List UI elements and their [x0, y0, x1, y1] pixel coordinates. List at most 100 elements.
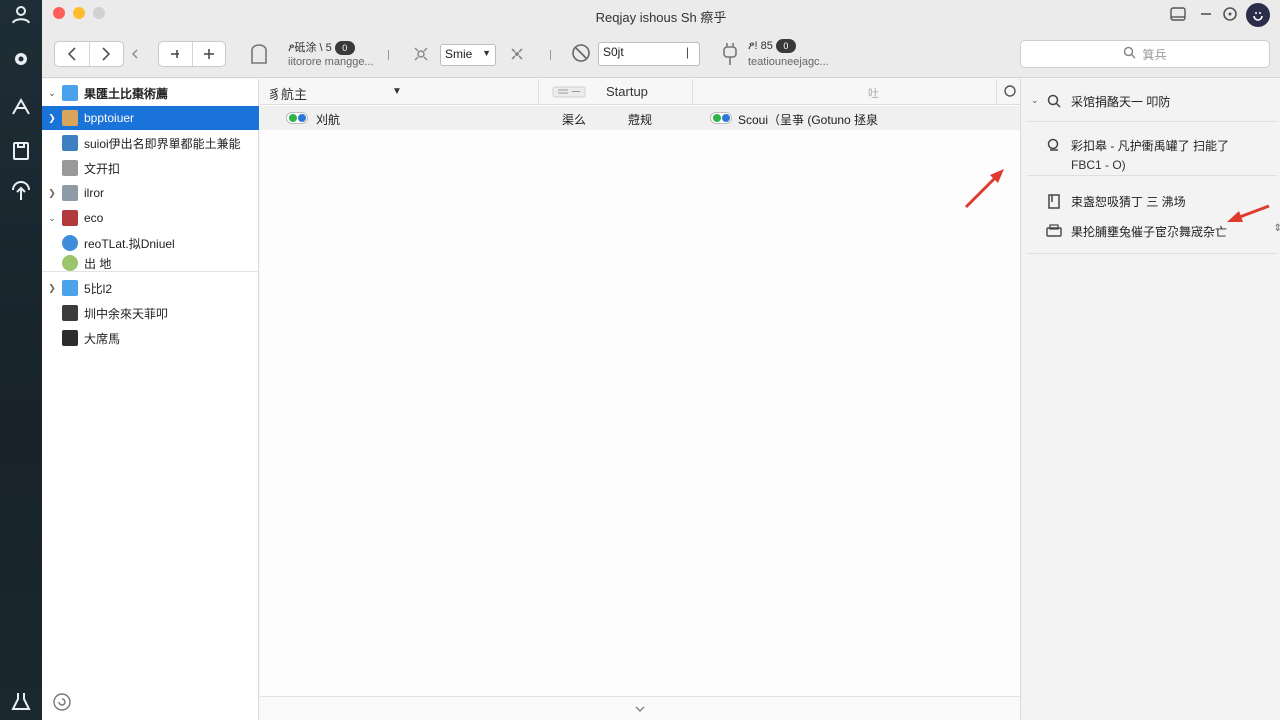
pin-button[interactable]: [159, 42, 192, 66]
sidebar-item[interactable]: 文开扣: [42, 156, 259, 180]
chevron-down-icon[interactable]: ⌄: [42, 213, 62, 224]
column-other[interactable]: 吐: [868, 85, 879, 101]
inspector-divider: [1027, 253, 1277, 254]
sidebar-item-label: reoTLat.拟Dniuel: [84, 236, 175, 251]
search-icon: [1045, 137, 1063, 153]
terminal-icon: [62, 330, 78, 346]
sidebar-item-selected[interactable]: ❯ bpptoiuer: [42, 106, 259, 130]
folder-dark-icon: [62, 305, 78, 321]
circle-icon[interactable]: [1220, 4, 1240, 24]
file-icon: [62, 135, 78, 151]
main-content: 豸航主 ▼ Startup 吐 刈航 渠么 蒄规 Scoui（呈亊 (Gotun…: [260, 79, 1020, 720]
forward-button[interactable]: [88, 42, 124, 66]
sidebar-item[interactable]: ⌄ 果匯土比棗術薦: [42, 81, 259, 105]
plugin-badge: 0: [775, 39, 796, 53]
table-row[interactable]: 刈航 渠么 蒄规 Scoui（呈亊 (Gotuno 拯泉: [260, 106, 1020, 130]
search-icon: [1045, 93, 1063, 109]
filter-select-value: Smie: [445, 47, 473, 61]
inspector-divider: [1027, 121, 1277, 122]
column-divider: [996, 79, 997, 105]
sidebar-item[interactable]: 出 地: [42, 255, 259, 271]
window-icon[interactable]: [1168, 4, 1188, 24]
search-field[interactable]: 箕兵: [1020, 40, 1270, 68]
sidebar-item[interactable]: suioi伊出名即界單都能土兼能: [42, 131, 259, 155]
inspector-item-detail: FBC1 - O): [1071, 158, 1126, 172]
app-dock: [0, 0, 42, 720]
sidebar-item-label: suioi伊出名即界單都能土兼能: [84, 136, 241, 151]
column-divider: [538, 79, 539, 105]
media-icon: [62, 210, 78, 226]
sidebar-item[interactable]: ❯ 5比l2: [42, 276, 259, 300]
add-button[interactable]: [191, 42, 226, 66]
chevron-down-icon[interactable]: [634, 702, 646, 716]
sidebar-item-label: 文开扣: [84, 161, 121, 176]
sidebar-item[interactable]: reoTLat.拟Dniuel: [42, 231, 259, 255]
bookmark-icon: [1045, 193, 1063, 209]
chevron-down-icon[interactable]: ⌄: [42, 88, 62, 99]
image-icon: [62, 160, 78, 176]
folder-icon: [62, 85, 78, 101]
sort-icon[interactable]: ▼: [392, 86, 402, 97]
red-arrow-annotation: [964, 169, 1004, 209]
sidebar-item[interactable]: 圳中余來天菲叩: [42, 301, 259, 325]
row-source: Scoui（呈亊 (Gotuno 拯泉: [738, 113, 879, 127]
network-icon[interactable]: [8, 94, 34, 120]
block-icon[interactable]: [570, 42, 592, 64]
chevron-left-icon[interactable]: [130, 48, 140, 60]
user-icon[interactable]: [8, 2, 34, 28]
column-name[interactable]: 豸航主: [268, 84, 307, 103]
chevron-right-icon[interactable]: ❯: [42, 283, 62, 294]
sidebar-item-label: eco: [84, 211, 104, 225]
storage-label: ፆ砥涂 \ 50: [288, 39, 355, 55]
inspector-item[interactable]: ⌄ 采馆捐酪天一 叩防: [1031, 93, 1276, 110]
chevron-down-icon[interactable]: ⌄: [1031, 93, 1045, 110]
chevron-down-icon: ▼: [482, 48, 491, 58]
back-button[interactable]: [55, 42, 89, 66]
settings-icon[interactable]: [508, 44, 526, 64]
sidebar-item-label: 圳中余來天菲叩: [84, 306, 169, 321]
upload-icon[interactable]: [8, 178, 34, 204]
inspector-item[interactable]: 果抡脯壅兔催子宦尕舞宬杂亡 ⇕: [1031, 223, 1280, 240]
sidebar-item[interactable]: ❯ ilror: [42, 181, 259, 205]
globe-icon: [62, 235, 78, 251]
chevron-right-icon[interactable]: ❯: [42, 113, 62, 124]
column-type[interactable]: Startup: [606, 84, 648, 99]
path-field[interactable]: S0jt |: [598, 42, 700, 66]
navigation-segment: [54, 41, 124, 67]
archive-icon: [62, 185, 78, 201]
gear-icon[interactable]: [8, 46, 34, 72]
red-arrow-annotation: [1227, 204, 1270, 222]
storage-icon[interactable]: [248, 42, 270, 66]
document-icon[interactable]: [8, 138, 34, 164]
refresh-icon[interactable]: [52, 692, 72, 712]
filter-select[interactable]: Smie ▼: [440, 44, 496, 66]
row-name: 刈航: [316, 113, 341, 127]
bug-icon[interactable]: [412, 44, 430, 64]
package-icon: [62, 110, 78, 126]
plugin-label: ፆ! 85 0: [748, 39, 796, 53]
profile-avatar[interactable]: [1246, 3, 1270, 27]
inspector-item-label: 束盏恕吸猜丁 三 沸场: [1071, 195, 1186, 209]
title-bar: Reqjay ishous Sh 瘵乎: [42, 0, 1280, 30]
source-toggle[interactable]: [710, 112, 732, 124]
sidebar-divider: [42, 271, 259, 272]
minus-icon[interactable]: [1196, 4, 1216, 24]
storage-badge: 0: [334, 41, 355, 55]
sidebar-item[interactable]: ⌄ eco: [42, 206, 259, 230]
list-icon[interactable]: [552, 86, 586, 101]
search-placeholder: 箕兵: [1142, 47, 1167, 62]
inspector-item-label: 采馆捐酪天一 叩防: [1071, 95, 1171, 109]
toolbar: ፆ砥涂 \ 50 iitorore mangge... Smie ▼ S0jt …: [42, 30, 1280, 78]
sidebar-item-label: 大席馬: [84, 331, 121, 346]
flask-icon[interactable]: [8, 688, 34, 714]
inspector-item[interactable]: 彩扣皋 - 凡护衝禹罐了 扫能了 FBC1 - O): [1031, 137, 1276, 172]
toolbar-divider: [388, 50, 389, 60]
chevron-right-icon[interactable]: ❯: [42, 188, 62, 199]
status-toggle[interactable]: [286, 112, 308, 124]
info-icon[interactable]: [1004, 84, 1016, 101]
column-divider: [692, 79, 693, 105]
action-segment: [158, 41, 226, 67]
sidebar-item[interactable]: 大席馬: [42, 326, 259, 350]
stepper-icon[interactable]: ⇕: [1274, 223, 1280, 234]
plug-icon[interactable]: [720, 41, 740, 67]
